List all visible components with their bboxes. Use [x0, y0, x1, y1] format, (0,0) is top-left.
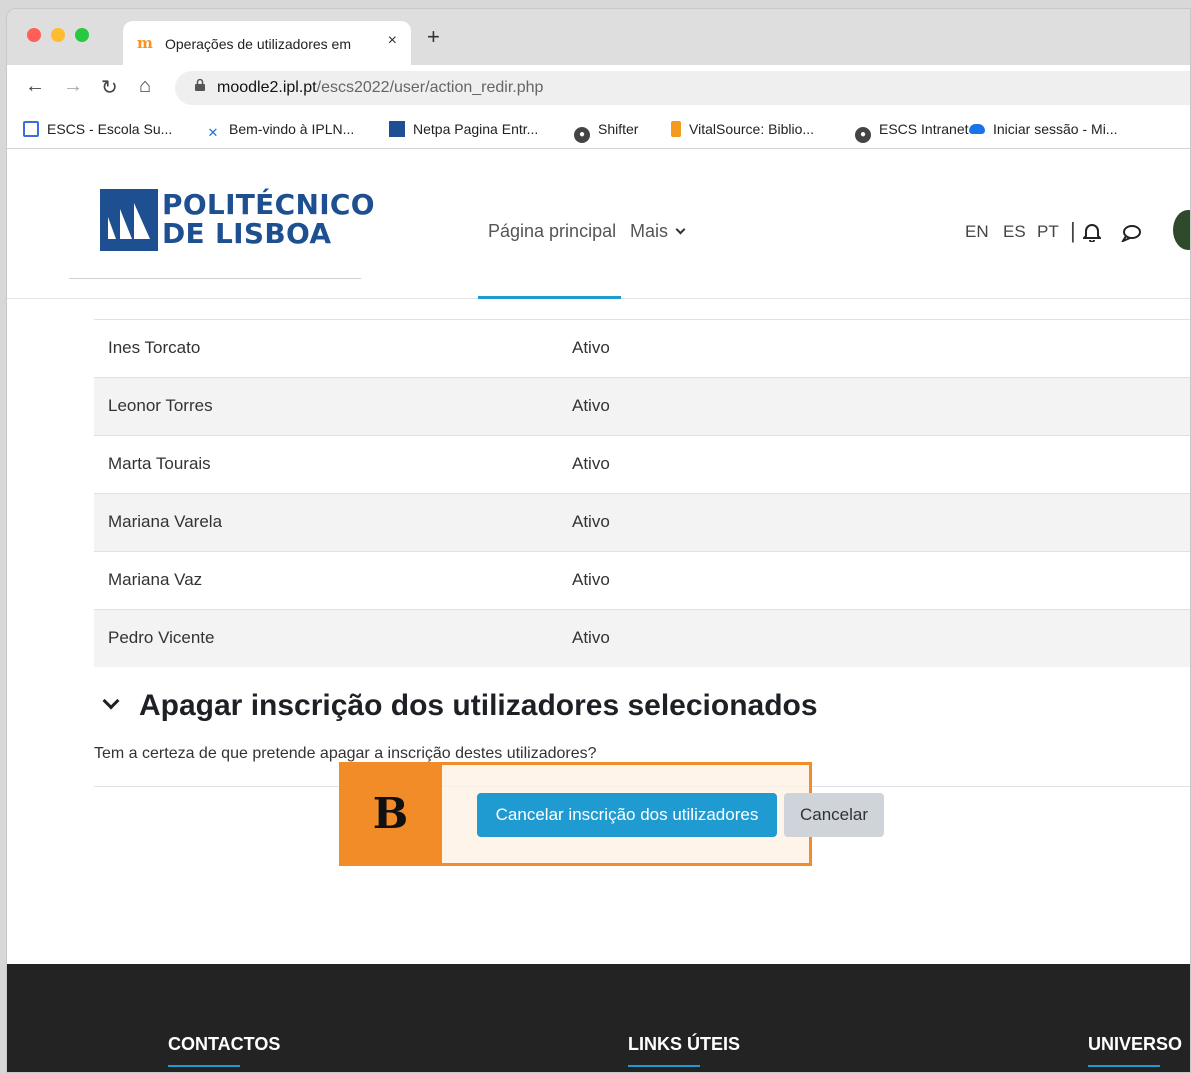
site-header: POLITÉCNICO DE LISBOA Página principal M… — [7, 150, 1190, 299]
forward-arrow-icon[interactable]: → — [63, 75, 83, 98]
globe-icon: ● — [855, 127, 871, 143]
footer-underline — [1088, 1065, 1160, 1067]
chevron-down-icon — [675, 224, 686, 235]
lang-pt-link[interactable]: PT — [1037, 222, 1059, 242]
bookmark-label: Bem-vindo à IPLN... — [229, 121, 355, 137]
bookmark-label: VitalSource: Biblio... — [689, 121, 815, 137]
divider: | — [1070, 218, 1076, 243]
url-text: moodle2.ipl.pt/escs2022/user/action_redi… — [217, 79, 543, 97]
divider — [69, 278, 361, 279]
nav-more-label: Mais — [630, 221, 669, 241]
user-status: Ativo — [572, 628, 610, 647]
bookmarks-bar: ESCS - Escola Su... ✕ Bem-vindo à IPLN...… — [7, 111, 1190, 149]
bookmark-label: ESCS Intranet — [879, 121, 969, 137]
footer-contacts-heading: CONTACTOS — [168, 1034, 281, 1054]
browser-toolbar: ← → ↻ ⌂ moodle2.ipl.pt/escs2022/user/act… — [7, 65, 1190, 111]
nav-home-link[interactable]: Página principal — [488, 221, 616, 242]
table-row[interactable]: Mariana Vaz Ativo — [94, 551, 1190, 609]
moodle-favicon-icon: m — [137, 34, 153, 52]
ipl-logo-icon — [389, 121, 405, 137]
bookmark-label: Shifter — [598, 121, 639, 137]
chevron-down-icon — [102, 692, 120, 710]
bookmark-shifter[interactable]: ● Shifter — [574, 121, 638, 143]
logo-line-2: DE LISBOA — [162, 217, 332, 250]
chat-icon[interactable] — [1121, 224, 1141, 242]
escs-logo-icon — [23, 121, 39, 137]
new-tab-button[interactable]: + — [427, 26, 440, 48]
bookmark-onedrive[interactable]: Iniciar sessão - Mi... — [969, 121, 1117, 137]
maximize-window-button[interactable] — [75, 28, 89, 42]
bookmark-label: Iniciar sessão - Mi... — [993, 121, 1118, 137]
table-row[interactable]: Marta Tourais Ativo — [94, 435, 1190, 493]
bookmark-netpa[interactable]: Netpa Pagina Entr... — [389, 121, 538, 137]
user-name: Ines Torcato — [108, 338, 201, 357]
footer-links-heading: LINKS ÚTEIS — [628, 1034, 741, 1054]
bookmark-intranet[interactable]: ● ESCS Intranet — [855, 121, 969, 143]
user-name: Pedro Vicente — [108, 628, 215, 647]
vitalsource-icon — [671, 121, 681, 137]
cloud-icon — [969, 124, 985, 134]
section-title[interactable]: Apagar inscrição dos utilizadores seleci… — [102, 689, 818, 723]
user-name: Leonor Torres — [108, 396, 213, 415]
table-row[interactable]: Mariana Varela Ativo — [94, 493, 1190, 551]
nav-more-menu[interactable]: Mais — [630, 221, 686, 242]
bookmark-label: Netpa Pagina Entr... — [413, 121, 539, 137]
avatar[interactable] — [1173, 210, 1190, 250]
bookmark-label: ESCS - Escola Su... — [47, 121, 173, 137]
table-row[interactable]: Ines Torcato Ativo — [94, 319, 1190, 377]
bookmark-vitalsource[interactable]: VitalSource: Biblio... — [671, 121, 814, 137]
table-row[interactable]: Pedro Vicente Ativo — [94, 609, 1190, 667]
back-arrow-icon[interactable]: ← — [25, 75, 45, 98]
reload-icon[interactable]: ↻ — [101, 75, 118, 100]
close-window-button[interactable] — [27, 28, 41, 42]
url-host: moodle2.ipl.pt — [217, 79, 317, 96]
lang-en-link[interactable]: EN — [965, 222, 989, 242]
moodle-page: POLITÉCNICO DE LISBOA Página principal M… — [7, 150, 1190, 1072]
bookmark-ipln[interactable]: ✕ Bem-vindo à IPLN... — [205, 121, 355, 141]
user-name: Mariana Vaz — [108, 570, 203, 589]
user-status: Ativo — [572, 338, 610, 357]
confirm-message: Tem a certeza de que pretende apagar a i… — [94, 745, 597, 762]
site-footer: CONTACTOS LINKS ÚTEIS UNIVERSO — [7, 964, 1190, 1072]
politecnico-logo-icon[interactable] — [100, 189, 158, 251]
minimize-window-button[interactable] — [51, 28, 65, 42]
globe-icon: ● — [574, 127, 590, 143]
user-name: Marta Tourais — [108, 454, 211, 473]
tab-strip: m Operações de utilizadores em × + — [7, 9, 1190, 65]
bookmark-escs[interactable]: ESCS - Escola Su... — [23, 121, 172, 137]
user-status: Ativo — [572, 396, 610, 415]
footer-universe-heading: UNIVERSO — [1088, 1034, 1183, 1054]
logo-text: POLITÉCNICO DE LISBOA — [162, 190, 375, 248]
home-icon[interactable]: ⌂ — [139, 75, 151, 98]
url-path: /escs2022/user/action_redir.php — [316, 79, 544, 96]
lang-es-link[interactable]: ES — [1003, 222, 1026, 242]
active-nav-indicator — [478, 296, 621, 299]
user-status: Ativo — [572, 512, 610, 531]
browser-tab[interactable]: m Operações de utilizadores em × — [123, 21, 411, 65]
annotation-label: B — [339, 762, 442, 866]
tab-close-icon[interactable]: × — [388, 32, 397, 50]
address-bar[interactable]: moodle2.ipl.pt/escs2022/user/action_redi… — [175, 71, 1190, 105]
browser-window: m Operações de utilizadores em × + ← → ↻… — [6, 8, 1191, 1073]
footer-underline — [628, 1065, 700, 1067]
unenrol-users-button[interactable]: Cancelar inscrição dos utilizadores — [477, 793, 777, 837]
lock-icon — [195, 79, 205, 91]
ipln-star-icon: ✕ — [207, 125, 219, 140]
user-status: Ativo — [572, 570, 610, 589]
table-row[interactable]: Leonor Torres Ativo — [94, 377, 1190, 435]
tab-title: Operações de utilizadores em — [165, 36, 351, 52]
section-title-text: Apagar inscrição dos utilizadores seleci… — [139, 689, 818, 722]
user-name: Mariana Varela — [108, 512, 223, 531]
logo-line-1: POLITÉCNICO — [162, 188, 375, 221]
user-status: Ativo — [572, 454, 610, 473]
bell-icon[interactable] — [1083, 222, 1101, 242]
cancel-button[interactable]: Cancelar — [784, 793, 884, 837]
footer-underline — [168, 1065, 240, 1067]
